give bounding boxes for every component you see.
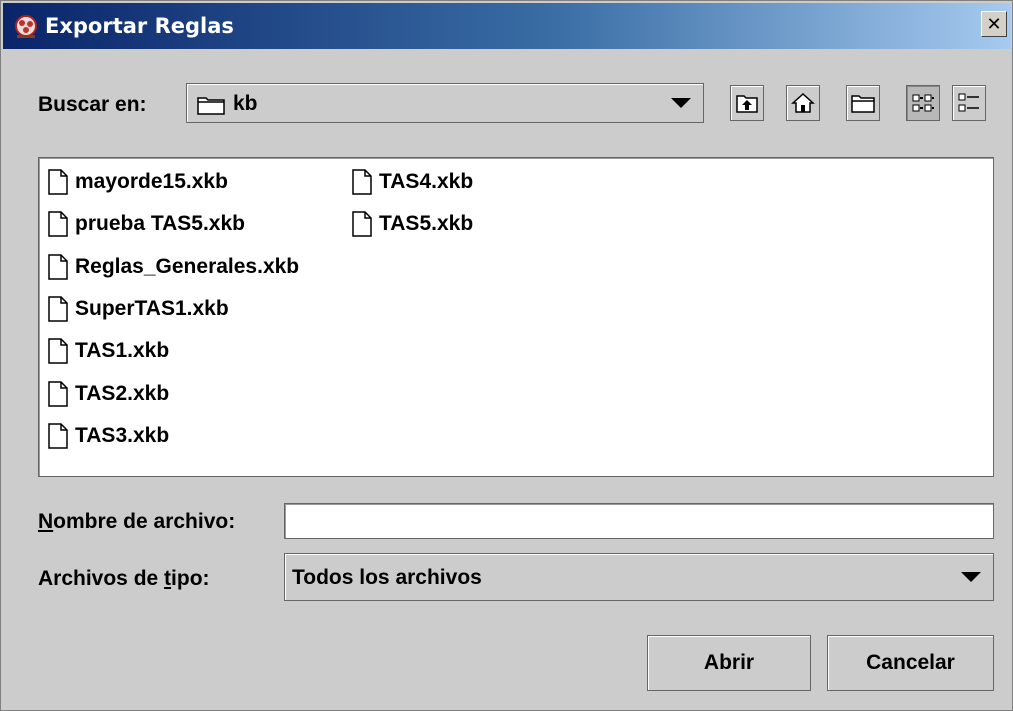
file-name: prueba TAS5.xkb xyxy=(75,212,245,236)
details-view-button[interactable] xyxy=(952,85,986,121)
file-name: TAS1.xkb xyxy=(75,339,170,363)
file-list-item[interactable]: TAS5.xkb xyxy=(351,208,473,240)
file-name-label: Nombre de archivo: xyxy=(38,510,236,533)
file-name: SuperTAS1.xkb xyxy=(75,296,229,320)
file-name: TAS5.xkb xyxy=(379,212,474,236)
file-icon xyxy=(352,169,372,195)
cancel-button-label: Cancelar xyxy=(866,651,955,674)
new-folder-button[interactable] xyxy=(846,85,880,121)
look-in-label: Buscar en: xyxy=(38,93,147,116)
look-in-value: kb xyxy=(233,92,258,115)
close-button[interactable]: ✕ xyxy=(981,11,1007,37)
chevron-down-icon xyxy=(961,572,981,582)
file-list-item[interactable]: prueba TAS5.xkb xyxy=(47,208,245,240)
open-button[interactable]: Abrir xyxy=(647,635,811,691)
file-list-item[interactable]: Reglas_Generales.xkb xyxy=(47,251,299,283)
file-type-label: Archivos de tipo: xyxy=(38,567,210,590)
file-type-value: Todos los archivos xyxy=(292,566,482,589)
up-one-level-button[interactable] xyxy=(730,85,764,121)
window-title: Exportar Reglas xyxy=(45,14,234,38)
file-name: TAS2.xkb xyxy=(75,381,170,405)
file-icon xyxy=(48,296,68,322)
list-view-icon xyxy=(912,94,934,112)
file-list-item[interactable]: TAS2.xkb xyxy=(47,378,169,410)
file-list-item[interactable]: TAS1.xkb xyxy=(47,335,169,367)
file-icon xyxy=(48,169,68,195)
app-icon xyxy=(15,15,37,38)
file-list-item[interactable]: mayorde15.xkb xyxy=(47,166,228,198)
title-bar[interactable]: Exportar Reglas ✕ xyxy=(3,3,1011,49)
file-icon xyxy=(352,211,372,238)
file-name: TAS4.xkb xyxy=(379,170,474,193)
list-view-button[interactable] xyxy=(906,85,940,121)
file-icon xyxy=(48,380,68,407)
cancel-button[interactable]: Cancelar xyxy=(827,635,994,691)
file-name-input[interactable] xyxy=(284,503,994,539)
file-icon xyxy=(48,423,68,449)
file-list-item[interactable]: TAS3.xkb xyxy=(47,420,169,452)
file-list[interactable]: mayorde15.xkb prueba TAS5.xkb Reglas_Gener… xyxy=(38,157,994,477)
open-button-label: Abrir xyxy=(703,651,755,674)
chevron-down-icon xyxy=(671,98,691,108)
home-button[interactable] xyxy=(786,85,820,121)
file-name: Reglas_Generales.xkb xyxy=(75,254,300,278)
home-icon xyxy=(791,92,815,113)
folder-up-icon xyxy=(736,95,758,113)
export-rules-dialog: Exportar Reglas ✕ Buscar en: kb mayorde1… xyxy=(0,0,1013,711)
folder-icon xyxy=(197,97,225,115)
look-in-combobox[interactable]: kb xyxy=(186,83,704,123)
file-icon xyxy=(48,253,68,280)
file-icon xyxy=(48,338,68,364)
new-folder-icon xyxy=(851,95,875,113)
file-type-combobox[interactable]: Todos los archivos xyxy=(284,553,994,601)
file-list-item[interactable]: TAS4.xkb xyxy=(351,166,473,198)
details-view-icon xyxy=(958,93,979,112)
file-list-item[interactable]: SuperTAS1.xkb xyxy=(47,293,229,325)
close-icon: ✕ xyxy=(986,14,1002,34)
file-name: TAS3.xkb xyxy=(75,423,170,447)
file-name: mayorde15.xkb xyxy=(75,170,228,193)
file-icon xyxy=(48,211,68,238)
